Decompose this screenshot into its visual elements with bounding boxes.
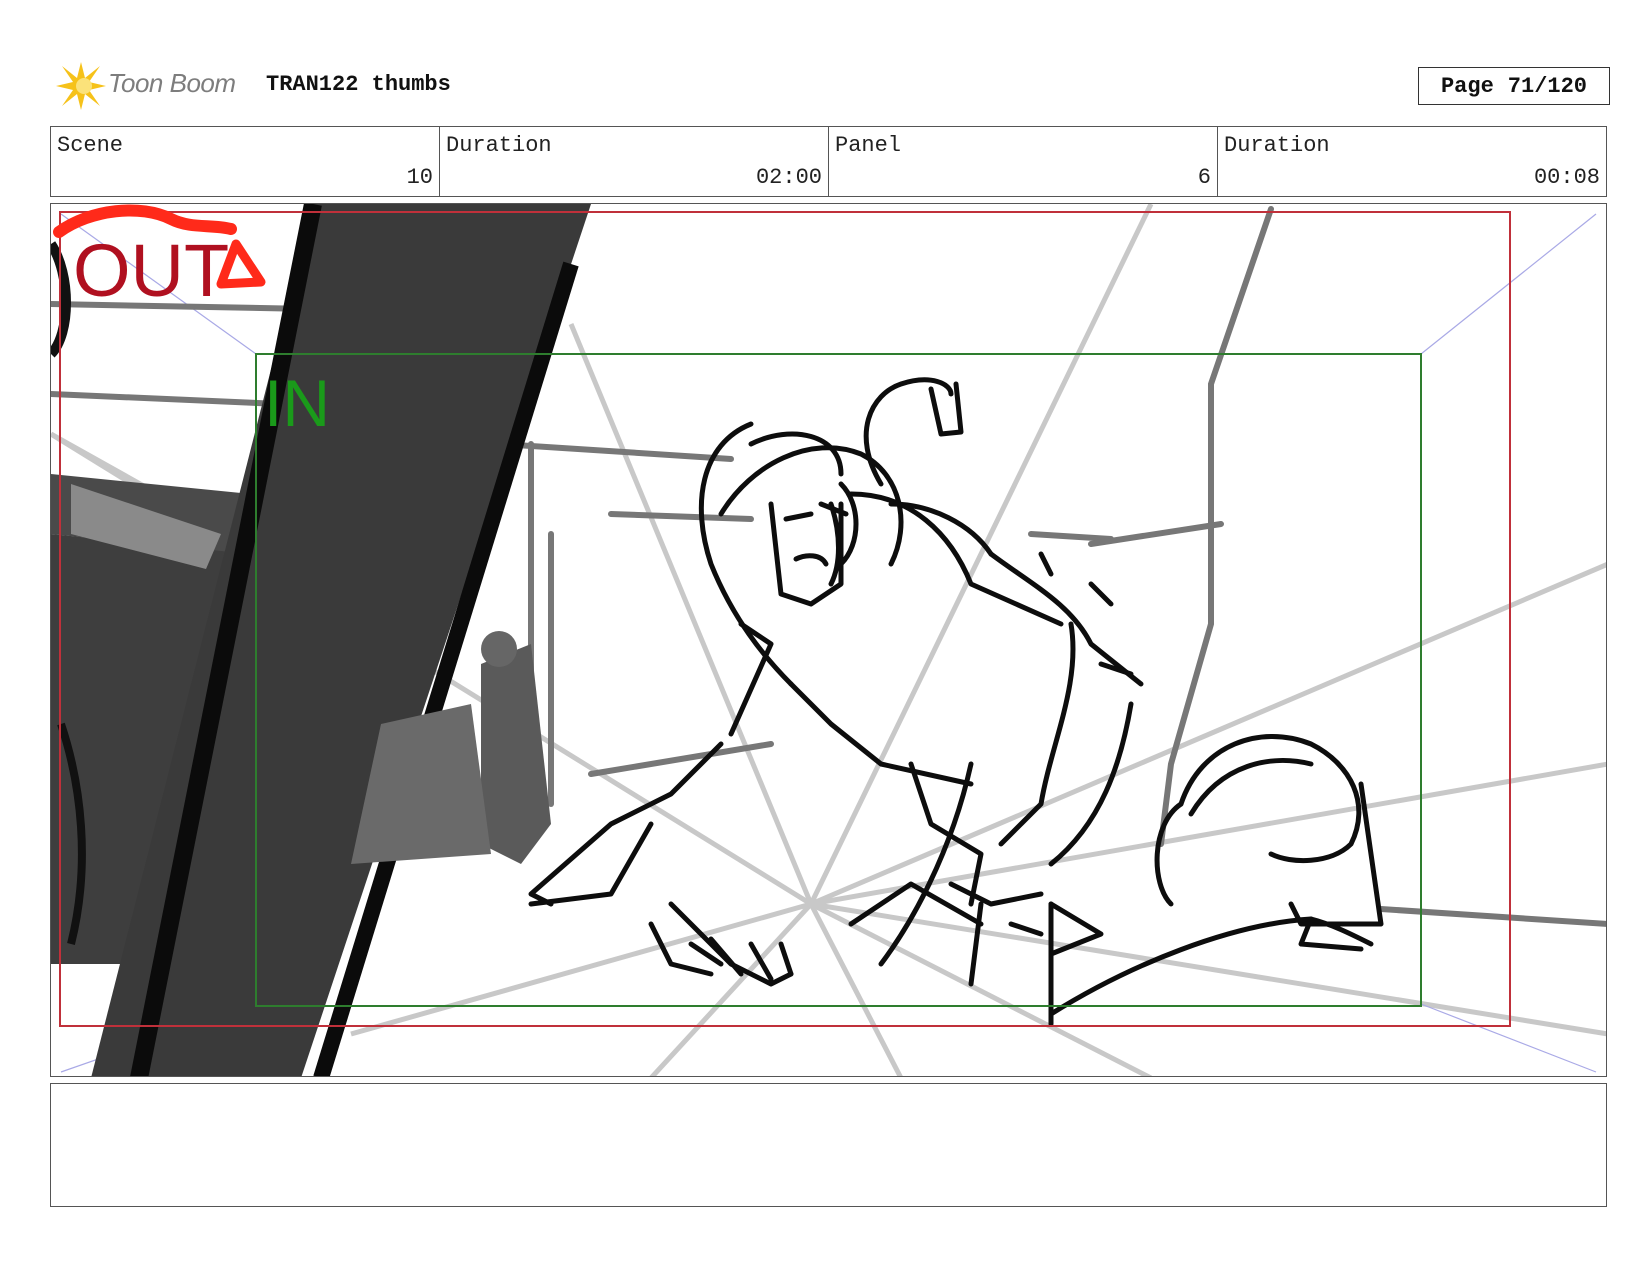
panel-value: 6 (1197, 165, 1211, 190)
panel-cell: Panel 6 (829, 127, 1218, 196)
in-label: IN (264, 366, 330, 440)
scene-value: 10 (406, 165, 433, 190)
panel-label: Panel (835, 133, 902, 158)
burst-icon (56, 62, 106, 110)
panel-duration-cell: Duration 00:08 (1218, 127, 1606, 196)
scene-duration-value: 02:00 (755, 165, 822, 190)
page-indicator: Page 71/120 (1418, 67, 1610, 105)
page-number: 71/120 (1507, 73, 1588, 99)
out-label: OUT (73, 229, 229, 312)
scene-cell: Scene 10 (51, 127, 440, 196)
page-label: Page (1440, 73, 1494, 99)
page-header: Toon Boom TRAN122 thumbs Page 71/120 (54, 58, 1610, 112)
notes-box (50, 1083, 1607, 1207)
scene-duration-cell: Duration 02:00 (440, 127, 829, 196)
sketch-drawing: IN OUT (51, 204, 1606, 1076)
panel-duration-value: 00:08 (1533, 165, 1600, 190)
panel-duration-label: Duration (1224, 133, 1330, 158)
scene-label: Scene (57, 133, 124, 158)
storyboard-panel-image: IN OUT (50, 203, 1607, 1077)
logo-text: Toon Boom (108, 68, 236, 98)
scene-duration-label: Duration (446, 133, 552, 158)
toon-boom-logo: Toon Boom (54, 58, 254, 112)
panel-info-row: Scene 10 Duration 02:00 Panel 6 Duration… (50, 126, 1607, 197)
document-title: TRAN122 thumbs (266, 72, 451, 97)
